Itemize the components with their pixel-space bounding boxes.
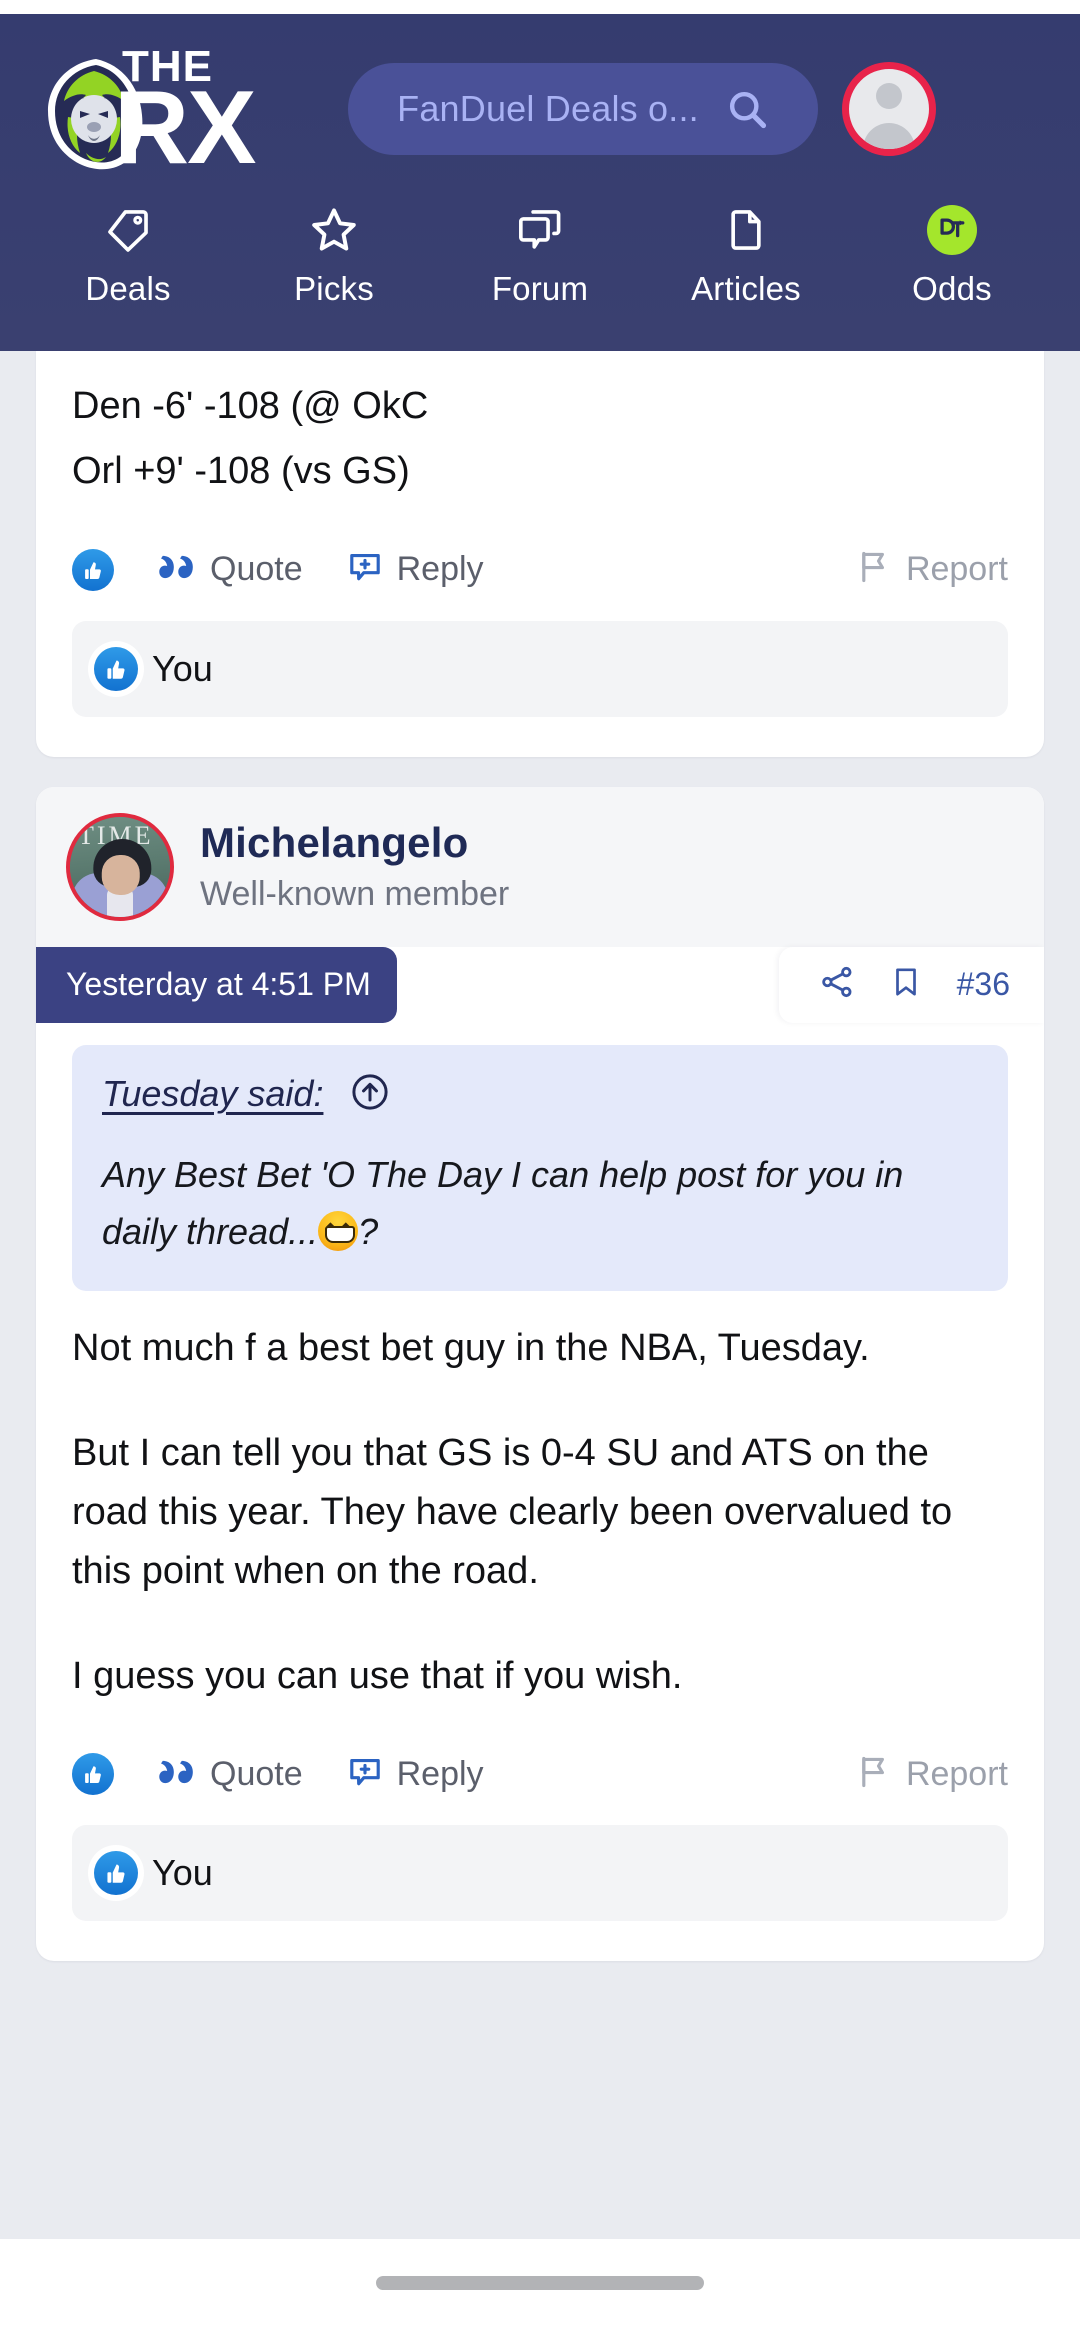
reactions-bar-partial[interactable]: You [72, 620, 1008, 717]
flag-icon [856, 549, 892, 590]
post-body-36: Not much f a best bet guy in the NBA, Tu… [36, 1291, 1044, 1705]
post-actions-partial: Quote Reply Report [36, 507, 1044, 603]
post-paragraph: I guess you can use that if you wish. [72, 1654, 683, 1697]
card-bottom-padding [36, 717, 1044, 757]
grinning-face-emoji [318, 1211, 359, 1252]
quote-author-label[interactable]: Tuesday said: [102, 1073, 323, 1115]
avatar[interactable]: TIME [66, 812, 174, 921]
reply-label: Reply [396, 550, 484, 589]
quoted-post[interactable]: Tuesday said: Any Best Bet 'O The Day I … [72, 1044, 1008, 1291]
tag-icon [105, 204, 151, 256]
quote-body: Any Best Bet 'O The Day I can help post … [102, 1146, 978, 1261]
avatar-head-shape [876, 83, 902, 109]
home-indicator-bar [0, 2239, 1080, 2327]
report-button[interactable]: Report [856, 1754, 1008, 1795]
post-card-36: TIME Michelangelo Well-known member Yest… [36, 786, 1044, 1962]
star-icon [309, 204, 359, 256]
post-paragraph: But I can tell you that GS is 0-4 SU and… [72, 1431, 953, 1592]
reaction-chip: You [94, 646, 213, 691]
post-line: Orl +9' -108 (vs GS) [72, 449, 410, 492]
document-icon [723, 204, 769, 256]
account-avatar[interactable] [842, 62, 936, 156]
quote-label: Quote [210, 550, 303, 589]
arrow-up-circle-icon[interactable] [349, 1071, 391, 1118]
reply-bubble-icon [347, 549, 383, 590]
post-line: Den -6' -108 (@ OkC [72, 385, 429, 427]
main-nav: Deals Picks Forum Articles Odds [0, 204, 1080, 351]
post-timestamp[interactable]: Yesterday at 4:51 PM [36, 946, 397, 1023]
quote-label: Quote [210, 1754, 303, 1793]
search-input[interactable]: FanDuel Deals o... [348, 63, 818, 155]
site-header: THE RX FanDuel Deals o... Deals Picks Fo… [0, 14, 1080, 351]
app-screen: THE RX FanDuel Deals o... Deals Picks Fo… [0, 0, 1080, 2327]
reaction-label: You [152, 1852, 213, 1894]
post-body-partial: Den -6' -108 (@ OkC Orl +9' -108 (vs GS) [36, 351, 1044, 501]
nav-label-articles: Articles [691, 270, 801, 307]
nav-label-deals: Deals [85, 270, 171, 307]
header-top-row: THE RX FanDuel Deals o... [0, 14, 1080, 204]
reply-button[interactable]: Reply [347, 549, 484, 590]
post-number[interactable]: #36 [957, 966, 1010, 1003]
nav-item-forum[interactable]: Forum [460, 204, 620, 308]
search-icon [729, 91, 766, 129]
nav-item-deals[interactable]: Deals [48, 204, 208, 308]
thumbs-up-icon [72, 1753, 114, 1796]
quote-marks-icon [158, 1755, 196, 1794]
quote-button[interactable]: Quote [158, 1755, 303, 1794]
avatar-body-shape [863, 123, 915, 149]
flag-icon [856, 1754, 892, 1795]
report-button[interactable]: Report [856, 549, 1008, 590]
post-paragraph: Not much f a best bet guy in the NBA, Tu… [72, 1326, 870, 1369]
reactions-bar-36[interactable]: You [72, 1825, 1008, 1922]
post-meta-row: Yesterday at 4:51 PM #36 [36, 946, 1044, 1023]
home-indicator[interactable] [376, 2276, 704, 2290]
card-bottom-padding [36, 1921, 1044, 1961]
post-actions-36: Quote Reply Report [36, 1711, 1044, 1807]
reply-bubble-icon [347, 1754, 383, 1795]
report-label: Report [905, 550, 1008, 589]
svg-text:RX: RX [114, 70, 256, 183]
chat-bubbles-icon [517, 204, 563, 256]
site-logo[interactable]: THE RX [30, 34, 320, 184]
post-author-header: TIME Michelangelo Well-known member [36, 786, 1044, 947]
author-meta: Michelangelo Well-known member [200, 819, 509, 914]
bookmark-icon[interactable] [889, 965, 923, 1004]
quote-marks-icon [158, 550, 196, 589]
reply-button[interactable]: Reply [347, 1754, 484, 1795]
reaction-chip: You [94, 1851, 213, 1896]
thumbs-up-icon [72, 548, 114, 591]
search-input-value: FanDuel Deals o... [397, 88, 699, 129]
thumbs-up-icon [94, 1851, 138, 1896]
thread-content: Den -6' -108 (@ OkC Orl +9' -108 (vs GS) [0, 351, 1080, 2327]
post-card-partial: Den -6' -108 (@ OkC Orl +9' -108 (vs GS) [36, 351, 1044, 757]
author-title: Well-known member [200, 875, 510, 914]
post-meta-actions: #36 [778, 946, 1044, 1023]
quote-text-before: Any Best Bet 'O The Day I can help post … [102, 1153, 904, 1253]
report-label: Report [905, 1754, 1008, 1793]
share-icon[interactable] [819, 964, 855, 1005]
nav-label-odds: Odds [912, 270, 992, 307]
nav-item-articles[interactable]: Articles [666, 204, 826, 308]
quote-button[interactable]: Quote [158, 550, 303, 589]
nav-item-odds[interactable]: Odds [872, 204, 1032, 308]
like-button[interactable] [72, 548, 114, 591]
quote-text-after: ? [358, 1211, 379, 1253]
quote-header: Tuesday said: [102, 1071, 978, 1118]
like-button[interactable] [72, 1753, 114, 1796]
nav-label-forum: Forum [491, 270, 589, 307]
nav-item-picks[interactable]: Picks [254, 204, 414, 308]
odds-badge-icon [927, 204, 977, 256]
reaction-label: You [152, 647, 213, 689]
thumbs-up-icon [94, 646, 138, 691]
nav-label-picks: Picks [294, 270, 374, 307]
status-bar-sliver [0, 0, 1080, 14]
avatar-face-shape [101, 854, 140, 895]
author-name[interactable]: Michelangelo [200, 819, 509, 867]
reply-label: Reply [396, 1754, 484, 1793]
